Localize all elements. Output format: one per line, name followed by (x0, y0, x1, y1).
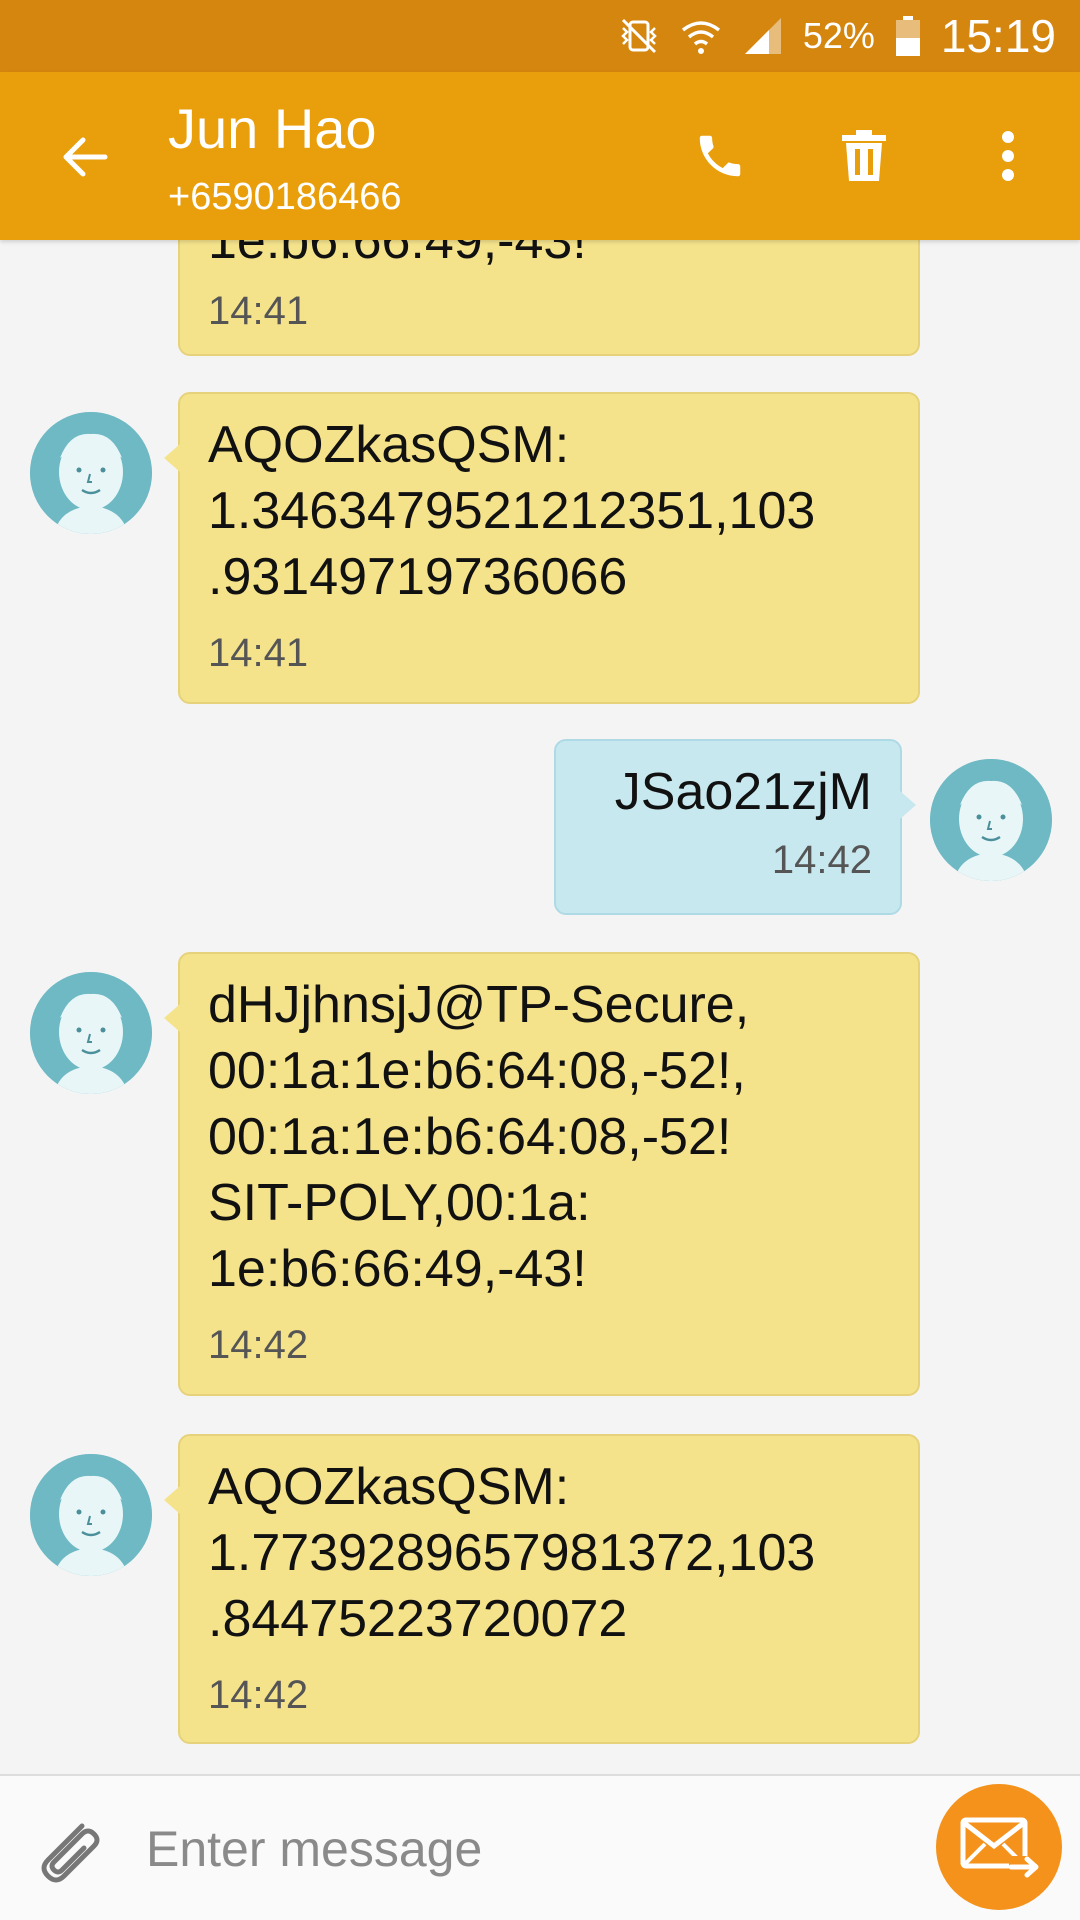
message-bubble[interactable]: AQOZkasQSM: 1.7739289657981372,103 .8447… (164, 1434, 920, 1744)
phone-icon (699, 135, 741, 177)
call-button[interactable] (688, 124, 752, 188)
person-avatar-icon (30, 412, 152, 534)
message-bubble[interactable]: JSao21zjM 14:42 (554, 739, 916, 915)
message-text: JSao21zjM (614, 763, 872, 821)
message-text: AQOZkasQSM: 1.7739289657981372,103 .8447… (208, 1458, 816, 1648)
contact-avatar[interactable] (30, 1454, 152, 1576)
attach-button[interactable] (30, 1812, 106, 1888)
message-time: 14:42 (208, 1673, 309, 1717)
person-avatar-icon (930, 759, 1052, 881)
back-button[interactable] (50, 122, 120, 192)
message-text: dHJjhnsjJ@TP-Secure, 00:1a:1e:b6:64:08,-… (208, 976, 750, 1298)
contact-avatar[interactable] (30, 972, 152, 1094)
wifi-icon (681, 21, 720, 54)
battery-icon (895, 16, 920, 56)
more-vertical-icon (1002, 131, 1014, 181)
conversation-header: Jun Hao +6590186466 (0, 72, 1080, 240)
message-composer (0, 1774, 1080, 1920)
vibrate-mute-icon (621, 18, 657, 54)
message-time: 14:42 (771, 838, 872, 882)
trash-icon (842, 130, 886, 181)
paperclip-icon (41, 1823, 100, 1883)
contact-avatar[interactable] (30, 412, 152, 534)
battery-percent: 52% (802, 15, 875, 56)
my-avatar[interactable] (930, 759, 1052, 881)
envelope-send-icon (960, 1817, 1039, 1878)
contact-name: Jun Hao (168, 97, 377, 160)
message-time: 14:41 (208, 631, 309, 675)
arrow-left-icon (63, 137, 108, 177)
message-time: 14:42 (208, 1323, 309, 1367)
message-input[interactable] (146, 1806, 906, 1892)
message-time: 14:41 (208, 289, 309, 333)
person-avatar-icon (30, 972, 152, 1094)
send-button[interactable] (936, 1784, 1062, 1910)
contact-number: +6590186466 (168, 176, 402, 218)
delete-button[interactable] (832, 124, 896, 188)
clock: 15:19 (940, 10, 1056, 62)
status-bar: 52% 15:19 (0, 0, 1080, 72)
person-avatar-icon (30, 1454, 152, 1576)
more-options-button[interactable] (976, 124, 1040, 188)
message-bubble[interactable]: AQOZkasQSM: 1.3463479521212351,103 .9314… (164, 392, 920, 704)
signal-icon (744, 18, 781, 54)
message-text: AQOZkasQSM: 1.3463479521212351,103 .9314… (208, 416, 816, 606)
message-bubble[interactable]: dHJjhnsjJ@TP-Secure, 00:1a:1e:b6:64:08,-… (164, 952, 920, 1396)
